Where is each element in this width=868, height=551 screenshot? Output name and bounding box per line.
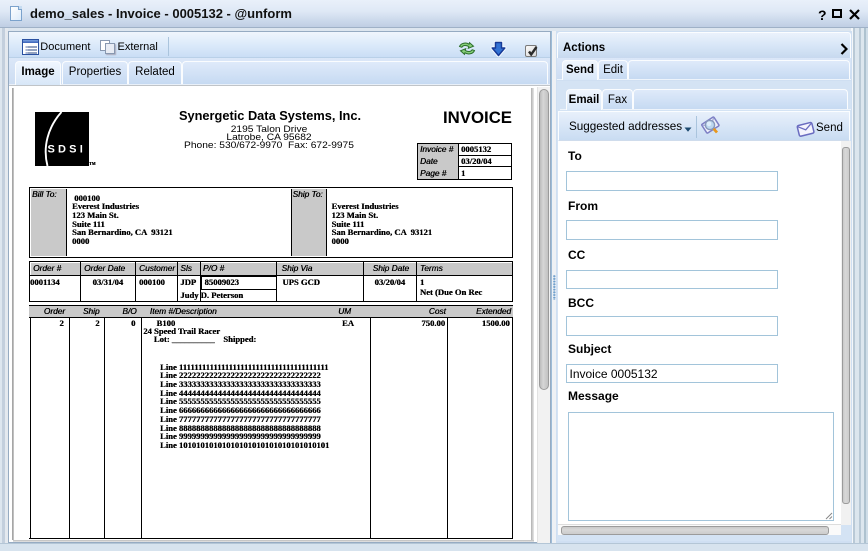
svg-text:SDSI: SDSI [48,144,86,156]
